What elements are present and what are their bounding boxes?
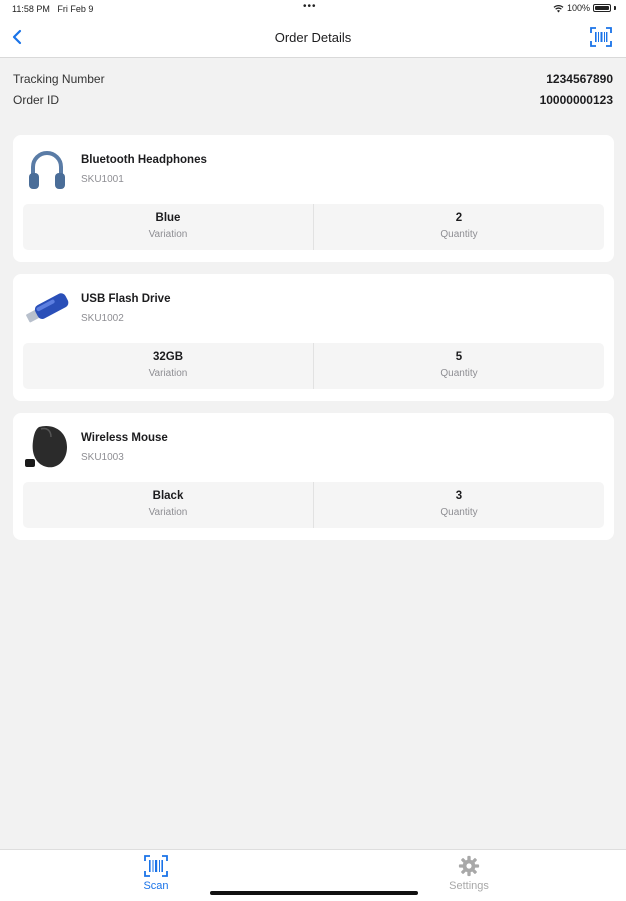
headphones-image <box>29 151 65 189</box>
product-name: Bluetooth Headphones <box>81 154 207 166</box>
variation-value: 32GB <box>152 351 184 363</box>
quantity-cell: 2 Quantity <box>313 204 604 250</box>
quantity-value: 5 <box>455 351 463 363</box>
battery-icon <box>593 4 611 12</box>
tab-scan[interactable]: Scan <box>116 850 196 892</box>
page-title: Order Details <box>274 30 352 45</box>
status-right: 100% <box>553 3 616 13</box>
multitasking-dots[interactable]: ••• <box>303 1 317 12</box>
mouse-image <box>25 425 67 468</box>
tab-scan-label: Scan <box>143 880 169 892</box>
product-sku: SKU1002 <box>81 313 124 324</box>
navigation-bar: Order Details <box>0 18 626 58</box>
quantity-value: 3 <box>455 490 463 502</box>
variation-value: Blue <box>155 212 181 224</box>
tab-settings-label: Settings <box>449 880 489 892</box>
variation-cell: 32GB Variation <box>23 343 313 389</box>
home-indicator[interactable] <box>210 891 418 895</box>
product-name: Wireless Mouse <box>81 432 168 444</box>
item-stats: Black Variation 3 Quantity <box>23 482 604 528</box>
item-stats: 32GB Variation 5 Quantity <box>23 343 604 389</box>
order-item-card[interactable]: USB Flash Drive SKU1002 32GB Variation 5… <box>13 274 614 401</box>
order-id-label: Order ID <box>13 93 60 107</box>
product-name: USB Flash Drive <box>81 293 171 305</box>
status-bar: 11:58 PM Fri Feb 9 ••• 100% <box>0 0 626 18</box>
barcode-scan-icon <box>144 855 168 877</box>
tracking-number-label: Tracking Number <box>13 72 105 86</box>
tracking-number-value: 1234567890 <box>546 72 613 86</box>
battery-percent: 100% <box>566 3 590 13</box>
usb-drive-image <box>26 293 69 323</box>
quantity-value: 2 <box>455 212 463 224</box>
variation-cell: Blue Variation <box>23 204 313 250</box>
wifi-icon <box>553 4 564 12</box>
order-item-card[interactable]: Wireless Mouse SKU1003 Black Variation 3… <box>13 413 614 540</box>
quantity-cell: 3 Quantity <box>313 482 604 528</box>
order-item-card[interactable]: Bluetooth Headphones SKU1001 Blue Variat… <box>13 135 614 262</box>
order-id-value: 10000000123 <box>539 93 613 107</box>
variation-label: Variation <box>148 507 188 518</box>
quantity-cell: 5 Quantity <box>313 343 604 389</box>
variation-value: Black <box>152 490 184 502</box>
order-info: Tracking Number 1234567890 Order ID 1000… <box>13 72 613 112</box>
tab-settings[interactable]: Settings <box>429 850 509 892</box>
barcode-scan-icon[interactable] <box>590 27 612 47</box>
quantity-label: Quantity <box>440 507 478 518</box>
product-sku: SKU1003 <box>81 452 124 463</box>
item-stats: Blue Variation 2 Quantity <box>23 204 604 250</box>
variation-label: Variation <box>148 229 188 240</box>
quantity-label: Quantity <box>440 229 478 240</box>
product-sku: SKU1001 <box>81 174 124 185</box>
status-time: 11:58 PM Fri Feb 9 <box>12 4 94 14</box>
gear-icon <box>458 855 480 877</box>
variation-cell: Black Variation <box>23 482 313 528</box>
variation-label: Variation <box>148 368 188 379</box>
quantity-label: Quantity <box>440 368 478 379</box>
